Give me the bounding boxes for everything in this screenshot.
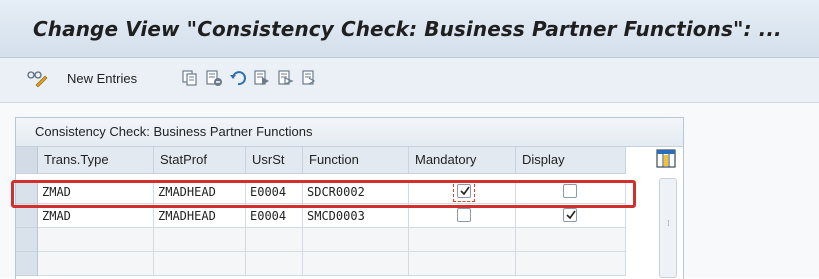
select-all-rows-button[interactable] [16, 147, 38, 174]
mandatory-checkbox[interactable] [457, 208, 471, 222]
column-header-trans-type[interactable]: Trans.Type [38, 147, 154, 174]
display-checkbox[interactable] [563, 208, 577, 222]
empty-cell[interactable] [38, 228, 154, 252]
undo-icon[interactable] [229, 69, 247, 87]
new-entries-button[interactable]: New Entries [67, 71, 137, 86]
scroll-grip-icon: ⁞ [667, 219, 670, 229]
row-highlight-annotation [11, 180, 636, 208]
deselect-all-icon[interactable] [301, 69, 319, 87]
empty-cell[interactable] [303, 228, 409, 252]
title-bar: Change View "Consistency Check: Business… [0, 0, 819, 58]
empty-cell[interactable] [409, 252, 516, 276]
page-title: Change View "Consistency Check: Business… [33, 17, 782, 41]
column-header-mandatory[interactable]: Mandatory [409, 147, 516, 174]
delete-icon[interactable] [205, 69, 223, 87]
empty-cell[interactable] [246, 252, 303, 276]
column-configuration-icon[interactable] [656, 149, 676, 168]
empty-cell[interactable] [516, 252, 626, 276]
row-selector[interactable] [16, 252, 38, 276]
display-change-icon[interactable] [26, 69, 50, 88]
panel-header: Consistency Check: Business Partner Func… [16, 118, 683, 147]
vertical-scrollbar[interactable]: ⁞ [659, 178, 677, 278]
empty-cell[interactable] [154, 252, 246, 276]
column-header-function[interactable]: Function [303, 147, 409, 174]
empty-cell[interactable] [38, 252, 154, 276]
empty-cell[interactable] [246, 228, 303, 252]
column-header-usr-st[interactable]: UsrSt [246, 147, 303, 174]
column-header-display[interactable]: Display [516, 147, 626, 174]
empty-cell[interactable] [409, 228, 516, 252]
empty-cell[interactable] [154, 228, 246, 252]
empty-cell[interactable] [516, 228, 626, 252]
application-toolbar: New Entries [0, 58, 819, 103]
row-selector[interactable] [16, 228, 38, 252]
empty-cell[interactable] [303, 252, 409, 276]
copy-icon[interactable] [181, 69, 199, 87]
column-header-stat-prof[interactable]: StatProf [154, 147, 246, 174]
select-all-icon[interactable] [253, 69, 271, 87]
select-block-icon[interactable] [277, 69, 295, 87]
panel-title: Consistency Check: Business Partner Func… [35, 124, 313, 139]
